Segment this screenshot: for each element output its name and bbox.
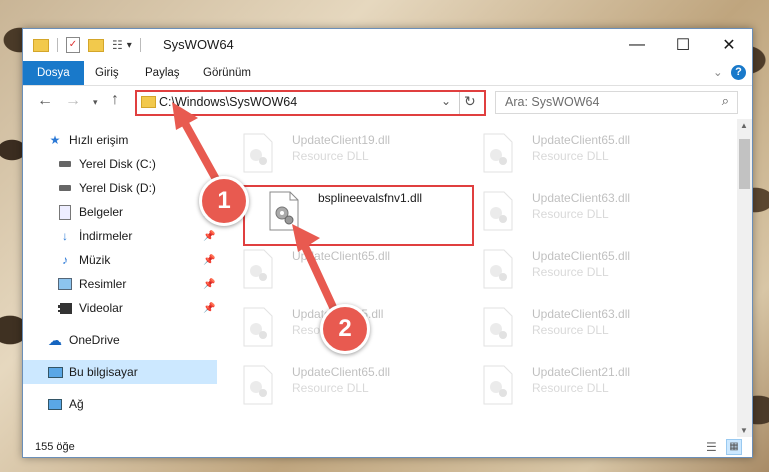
file-name: UpdateClient63.dll	[532, 307, 631, 321]
tab-file[interactable]: Dosya	[23, 61, 84, 85]
drive-icon	[57, 181, 73, 195]
tiles-view-icon[interactable]: ▦	[726, 439, 742, 455]
step-2-badge: 2	[320, 304, 370, 354]
sidebar-item-this-pc[interactable]: Bu bilgisayar	[23, 360, 217, 384]
list-item[interactable]: UpdateClient63.dll Resource DLL	[482, 187, 712, 241]
list-item[interactable]: UpdateClient65.dll Resource DLL	[482, 245, 712, 299]
sidebar-item-label: Resimler	[79, 277, 127, 291]
list-item[interactable]: UpdateClient63.dll Resource DLL	[482, 303, 712, 357]
item-count: 155 öğe	[35, 441, 75, 453]
folder-icon[interactable]	[33, 38, 49, 52]
pin-icon[interactable]: 📌	[203, 303, 215, 314]
ribbon: Dosya Giriş Paylaş Görünüm ⌄ ?	[23, 61, 752, 86]
sidebar-item-label: OneDrive	[69, 333, 120, 347]
explorer-window: ✓ ☷ ▾ SysWOW64 — ☐ ✕ Dosya Giriş Paylaş …	[22, 28, 753, 458]
sidebar-item-label: Belgeler	[79, 205, 124, 219]
dll-file-icon	[243, 133, 273, 173]
file-description: Resource DLL	[292, 149, 369, 163]
minimize-button[interactable]: —	[614, 29, 660, 61]
sidebar-item-label: Hızlı erişim	[69, 133, 129, 147]
forward-arrow-icon[interactable]: →	[65, 92, 81, 110]
file-description: Resource DLL	[532, 265, 609, 279]
network-icon	[47, 397, 63, 411]
dll-file-icon	[483, 249, 513, 289]
window-title: SysWOW64	[163, 37, 234, 52]
step-1-badge: 1	[199, 176, 249, 226]
dll-file-icon	[243, 307, 273, 347]
view-options-icon[interactable]: ☷	[112, 38, 123, 52]
pin-icon[interactable]: 📌	[203, 231, 215, 242]
dll-file-icon	[243, 249, 273, 289]
tab-view[interactable]: Görünüm	[203, 61, 251, 85]
video-icon	[57, 301, 73, 315]
cloud-icon: ☁	[48, 331, 62, 348]
close-button[interactable]: ✕	[706, 29, 752, 61]
file-description: Resource DLL	[532, 381, 609, 395]
file-description: Resource DLL	[292, 381, 369, 395]
customize-dropdown-icon[interactable]: ▾	[127, 40, 132, 51]
scroll-thumb[interactable]	[739, 139, 750, 189]
file-description: Resource DLL	[532, 149, 609, 163]
sidebar-item-label: Ağ	[69, 397, 84, 411]
sidebar-item-network[interactable]: Ağ	[47, 392, 241, 416]
title-bar: ✓ ☷ ▾ SysWOW64 — ☐ ✕	[23, 29, 752, 61]
file-description: Resource DLL	[532, 323, 609, 337]
search-icon[interactable]: ⌕	[722, 93, 729, 109]
pin-icon[interactable]: 📌	[203, 255, 215, 266]
search-placeholder: Ara: SysWOW64	[505, 95, 600, 109]
maximize-button[interactable]: ☐	[660, 29, 706, 61]
sidebar-item-label: Müzik	[79, 253, 111, 267]
vertical-scrollbar[interactable]: ▲ ▼	[737, 119, 752, 437]
drive-icon	[57, 157, 73, 171]
status-bar: 155 öğe ☰ ▦	[23, 437, 752, 457]
file-description: Resource DLL	[532, 207, 609, 221]
pictures-icon	[57, 277, 73, 291]
dll-file-icon	[483, 307, 513, 347]
sidebar-item-label: Yerel Disk (C:)	[79, 157, 156, 171]
list-item[interactable]: UpdateClient19.dll Resource DLL	[242, 129, 472, 183]
file-name: UpdateClient65.dll	[292, 365, 391, 379]
dll-file-icon	[483, 133, 513, 173]
back-arrow-icon[interactable]: ←	[37, 92, 53, 110]
details-view-icon[interactable]: ☰	[706, 440, 717, 454]
list-item[interactable]: UpdateClient21.dll Resource DLL	[482, 361, 712, 415]
sidebar-item-label: İndirmeler	[79, 229, 133, 243]
sidebar-item-label: Yerel Disk (D:)	[79, 181, 156, 195]
pin-icon[interactable]: 📌	[203, 279, 215, 290]
expand-ribbon-icon[interactable]: ⌄	[713, 61, 723, 85]
file-name: UpdateClient65.dll	[532, 133, 631, 147]
folder-icon	[141, 96, 156, 108]
quick-access-toolbar: ✓ ☷ ▾	[33, 36, 141, 54]
download-icon: ↓	[62, 229, 68, 243]
list-item[interactable]: UpdateClient65.dll Resource DLL	[242, 361, 472, 415]
dll-file-icon	[243, 365, 273, 405]
tab-home[interactable]: Giriş	[95, 61, 119, 85]
file-name: UpdateClient63.dll	[532, 191, 631, 205]
new-folder-icon[interactable]	[88, 38, 104, 52]
documents-icon	[57, 204, 73, 220]
file-name: UpdateClient65.dll	[532, 249, 631, 263]
star-icon: ★	[49, 133, 61, 147]
up-arrow-icon[interactable]: ↑	[111, 91, 119, 109]
list-item[interactable]: UpdateClient65.dll Resource DLL	[482, 129, 712, 183]
scroll-up-icon[interactable]: ▲	[740, 121, 748, 130]
recent-locations-icon[interactable]: ▾	[93, 97, 98, 108]
computer-icon	[47, 365, 63, 379]
file-name: UpdateClient21.dll	[532, 365, 631, 379]
sidebar-item-onedrive[interactable]: ☁ OneDrive	[47, 328, 241, 352]
music-icon: ♪	[62, 253, 68, 267]
search-box[interactable]: Ara: SysWOW64 ⌕	[495, 91, 738, 114]
scroll-down-icon[interactable]: ▼	[740, 426, 748, 435]
properties-icon[interactable]: ✓	[66, 37, 80, 53]
help-icon[interactable]: ?	[731, 65, 746, 80]
file-name: UpdateClient19.dll	[292, 133, 391, 147]
sidebar-item-label: Bu bilgisayar	[69, 365, 138, 379]
dll-file-icon	[483, 365, 513, 405]
refresh-icon[interactable]: ↻	[464, 93, 476, 110]
address-dropdown-icon[interactable]: ⌄	[441, 94, 451, 108]
address-row: ← → ▾ ↑ C:\Windows\SysWOW64 ⌄ ↻ Ara: Sys…	[23, 86, 752, 118]
sidebar-item-label: Videolar	[79, 301, 123, 315]
tab-share[interactable]: Paylaş	[145, 61, 180, 85]
